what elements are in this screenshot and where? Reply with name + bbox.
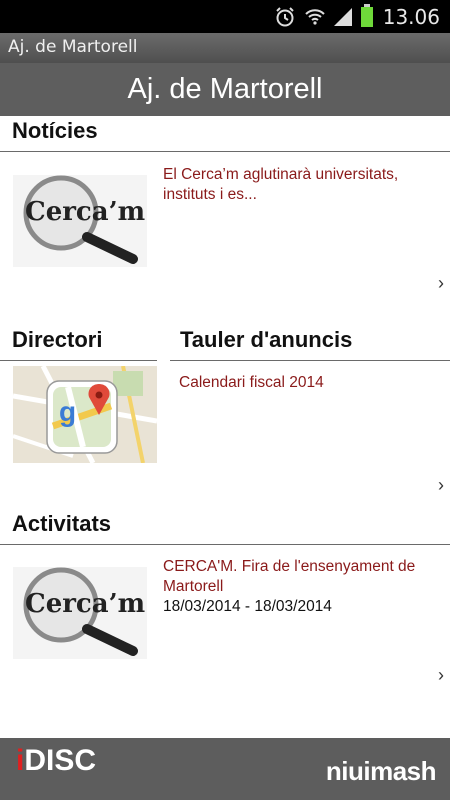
activity-item-link[interactable]: CERCA'M. Fira de l'ensenyament de Martor… (163, 557, 433, 597)
section-title-directori: Directori (12, 327, 103, 352)
tauler-item-link[interactable]: Calendari fiscal 2014 (179, 373, 324, 393)
signal-icon (334, 8, 352, 26)
page-title: Aj. de Martorell (127, 73, 323, 105)
alarm-icon (276, 7, 294, 27)
niuimash-logo[interactable]: niuimash (326, 756, 437, 787)
news-item-link[interactable]: El Cerca’m aglutinarà universitats, inst… (163, 165, 433, 205)
divider (0, 151, 450, 152)
chevron-right-icon[interactable]: › (438, 273, 444, 294)
thumbnail-text: Cerca’m (25, 197, 145, 227)
window-title-bar: Aj. de Martorell (0, 33, 450, 63)
idisc-logo[interactable]: iDISC (16, 744, 96, 778)
cercam-logo-thumbnail: Cerca’m (13, 175, 147, 267)
divider (0, 360, 157, 361)
chevron-right-icon[interactable]: › (438, 665, 444, 686)
activity-date: 18/03/2014 - 18/03/2014 (163, 598, 332, 615)
divider (170, 360, 450, 361)
chevron-right-icon[interactable]: › (438, 475, 444, 496)
cercam-logo-thumbnail: Cerca’m (13, 567, 147, 659)
status-bar: 13.06 (0, 0, 450, 33)
window-title: Aj. de Martorell (8, 37, 138, 57)
section-title-activitats: Activitats (12, 511, 112, 536)
section-title-tauler: Tauler d'anuncis (180, 327, 353, 352)
app-header: Aj. de Martorell (0, 63, 450, 116)
clock: 13.06 (382, 5, 440, 29)
svg-text:g: g (59, 396, 76, 427)
thumbnail-text: Cerca’m (25, 589, 145, 619)
footer-bar: iDISC niuimash (0, 738, 450, 800)
divider (0, 544, 450, 545)
battery-icon (361, 4, 373, 27)
section-title-noticies: Notícies (12, 118, 98, 143)
google-maps-icon[interactable]: g (13, 366, 157, 463)
wifi-icon (305, 9, 325, 25)
